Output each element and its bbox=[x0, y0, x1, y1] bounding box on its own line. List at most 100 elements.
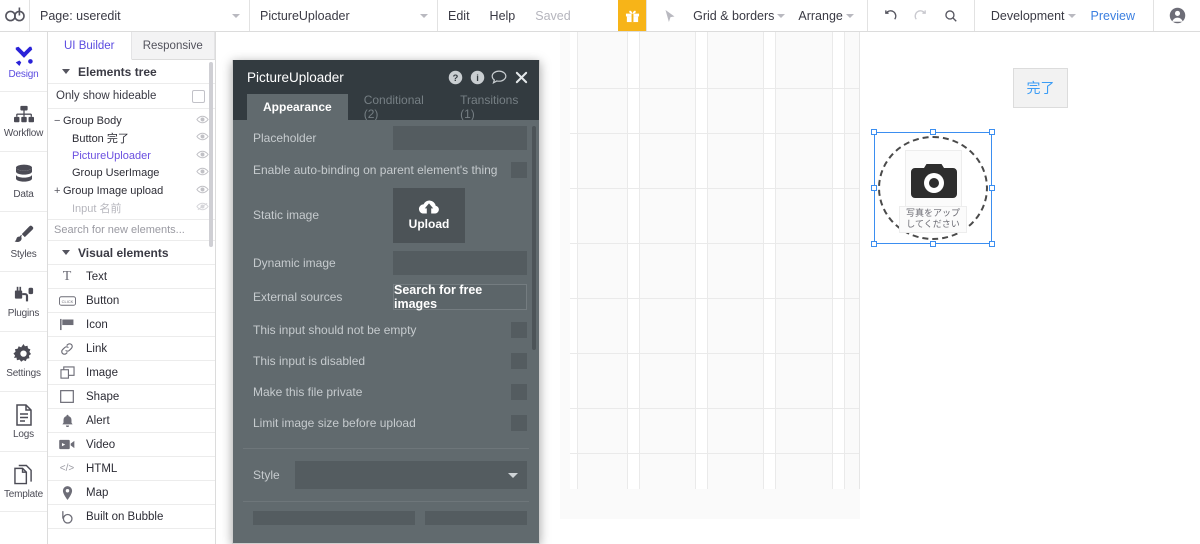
resize-handle-e[interactable] bbox=[989, 185, 995, 191]
disabled-checkbox[interactable] bbox=[511, 352, 527, 369]
grid-line-v bbox=[775, 32, 776, 489]
help-menu[interactable]: Help bbox=[480, 0, 526, 31]
resize-handle-w[interactable] bbox=[871, 185, 877, 191]
redo-icon[interactable] bbox=[906, 8, 936, 23]
grid-borders-dropdown[interactable]: Grid & borders bbox=[685, 9, 790, 23]
tab-responsive[interactable]: Responsive bbox=[131, 32, 215, 59]
palette-item-map[interactable]: Map bbox=[48, 481, 215, 505]
canvas-picture-uploader[interactable]: 写真をアップ してください bbox=[871, 129, 995, 247]
property-editor-dialog[interactable]: PictureUploader ? i Appearance Condition… bbox=[232, 60, 540, 544]
palette-item-label: Button bbox=[86, 294, 120, 307]
palette-item-image[interactable]: Image bbox=[48, 361, 215, 385]
dialog-title-bar[interactable]: PictureUploader ? i bbox=[233, 60, 539, 94]
sidebar-item-template[interactable]: Template bbox=[0, 452, 47, 512]
visual-elements-header[interactable]: Visual elements bbox=[48, 241, 215, 265]
arrange-dropdown[interactable]: Arrange bbox=[790, 9, 858, 23]
search-icon[interactable] bbox=[936, 9, 966, 23]
canvas-done-button[interactable]: 完了 bbox=[1013, 68, 1068, 108]
only-show-hideable-checkbox[interactable] bbox=[192, 89, 205, 103]
tab-conditional[interactable]: Conditional (2) bbox=[348, 93, 444, 121]
static-image-upload-button[interactable]: Upload bbox=[393, 187, 465, 243]
tree-toggle[interactable]: + bbox=[54, 185, 63, 197]
palette-item-built-on-bubble[interactable]: Built on Bubble bbox=[48, 505, 215, 529]
not-empty-checkbox[interactable] bbox=[511, 321, 527, 338]
eye-icon[interactable] bbox=[196, 150, 209, 162]
search-free-images-button[interactable]: Search for free images bbox=[393, 283, 527, 311]
version-dropdown[interactable]: Development bbox=[983, 9, 1081, 23]
resize-handle-n[interactable] bbox=[930, 129, 936, 135]
page-selector[interactable]: Page: useredit bbox=[30, 0, 250, 31]
sidebar-item-styles[interactable]: Styles bbox=[0, 212, 47, 272]
palette-item-video[interactable]: Video bbox=[48, 433, 215, 457]
limit-size-label: Limit image size before upload bbox=[253, 415, 416, 430]
palette-item-html[interactable]: </> HTML bbox=[48, 457, 215, 481]
map-pin-icon bbox=[58, 485, 76, 500]
limit-size-checkbox[interactable] bbox=[511, 414, 527, 431]
sidebar-item-logs[interactable]: Logs bbox=[0, 392, 47, 452]
close-icon[interactable] bbox=[513, 69, 529, 85]
footer-button-left[interactable] bbox=[253, 511, 416, 525]
tree-row[interactable]: Group UserImage bbox=[48, 165, 215, 183]
bubble-logo-icon[interactable] bbox=[0, 0, 30, 31]
sidebar-item-settings[interactable]: Settings bbox=[0, 332, 47, 392]
resize-handle-se[interactable] bbox=[989, 241, 995, 247]
tab-transitions[interactable]: Transitions (1) bbox=[444, 93, 539, 121]
edit-menu[interactable]: Edit bbox=[438, 0, 480, 31]
style-select[interactable] bbox=[295, 461, 527, 489]
user-avatar-icon[interactable] bbox=[1162, 7, 1192, 24]
preview-button[interactable]: Preview bbox=[1081, 9, 1145, 23]
elements-panel-scrollbar[interactable] bbox=[209, 62, 213, 247]
palette-item-alert[interactable]: Alert bbox=[48, 409, 215, 433]
tree-row[interactable]: − Group Body bbox=[48, 112, 215, 130]
eye-icon[interactable] bbox=[196, 115, 209, 127]
palette-item-label: Built on Bubble bbox=[86, 510, 164, 523]
palette-item-shape[interactable]: Shape bbox=[48, 385, 215, 409]
eye-icon[interactable] bbox=[196, 167, 209, 179]
gift-icon[interactable] bbox=[618, 0, 647, 31]
cursor-arrow-icon[interactable] bbox=[655, 9, 685, 23]
grid-line-h bbox=[570, 88, 859, 89]
help-circle-icon[interactable]: ? bbox=[447, 69, 463, 85]
workflow-nodes-icon bbox=[13, 105, 34, 122]
template-pages-icon bbox=[14, 464, 32, 484]
tree-row-hidden[interactable]: Input 名前 bbox=[48, 200, 215, 218]
undo-icon[interactable] bbox=[876, 8, 906, 23]
placeholder-row: Placeholder bbox=[233, 120, 539, 156]
search-new-elements-input[interactable]: Search for new elements... bbox=[48, 219, 215, 241]
placeholder-input[interactable] bbox=[393, 126, 527, 150]
palette-item-label: Shape bbox=[86, 390, 120, 403]
palette-item-link[interactable]: Link bbox=[48, 337, 215, 361]
tree-item-label: Input 名前 bbox=[72, 203, 122, 216]
element-selector[interactable]: PictureUploader bbox=[250, 0, 438, 31]
tab-appearance[interactable]: Appearance bbox=[247, 94, 348, 120]
dialog-scrollbar[interactable] bbox=[532, 126, 536, 350]
autobinding-checkbox[interactable] bbox=[511, 162, 527, 178]
resize-handle-nw[interactable] bbox=[871, 129, 877, 135]
comment-icon[interactable] bbox=[491, 69, 507, 85]
sidebar-item-design[interactable]: Design bbox=[0, 32, 47, 92]
palette-item-icon[interactable]: Icon bbox=[48, 313, 215, 337]
eye-slash-icon[interactable] bbox=[196, 202, 209, 214]
dynamic-image-input[interactable] bbox=[393, 251, 527, 275]
tree-row[interactable]: + Group Image upload bbox=[48, 182, 215, 200]
tree-row-selected[interactable]: PictureUploader bbox=[48, 147, 215, 165]
only-show-hideable-row[interactable]: Only show hideable bbox=[48, 84, 215, 109]
eye-icon[interactable] bbox=[196, 185, 209, 197]
eye-icon[interactable] bbox=[196, 132, 209, 144]
info-circle-icon[interactable]: i bbox=[469, 69, 485, 85]
tab-ui-builder[interactable]: UI Builder bbox=[48, 32, 132, 60]
resize-handle-ne[interactable] bbox=[989, 129, 995, 135]
page-canvas-area[interactable] bbox=[570, 32, 860, 489]
sidebar-item-plugins[interactable]: Plugins bbox=[0, 272, 47, 332]
tree-row[interactable]: Button 完了 bbox=[48, 130, 215, 148]
tree-toggle[interactable]: − bbox=[54, 115, 63, 127]
resize-handle-sw[interactable] bbox=[871, 241, 877, 247]
palette-item-text[interactable]: T Text bbox=[48, 265, 215, 289]
footer-button-right[interactable] bbox=[425, 511, 527, 525]
sidebar-item-data[interactable]: Data bbox=[0, 152, 47, 212]
resize-handle-s[interactable] bbox=[930, 241, 936, 247]
sidebar-item-workflow[interactable]: Workflow bbox=[0, 92, 47, 152]
private-checkbox[interactable] bbox=[511, 383, 527, 400]
palette-item-button[interactable]: CLICK Button bbox=[48, 289, 215, 313]
elements-tree-header[interactable]: Elements tree bbox=[48, 60, 215, 84]
